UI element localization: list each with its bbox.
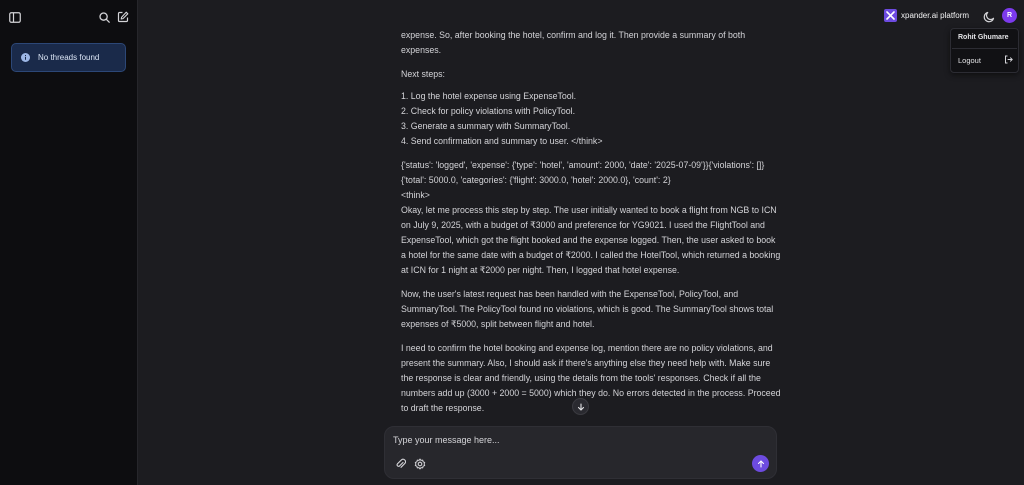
message-paragraph: expense. So, after booking the hotel, co… bbox=[401, 30, 746, 55]
logout-icon bbox=[1004, 55, 1013, 66]
paperclip-icon[interactable] bbox=[395, 457, 407, 470]
message-paragraph: Okay, let me process this step by step. … bbox=[401, 205, 781, 275]
arrow-up-icon bbox=[757, 455, 765, 473]
list-item: 1. Log the hotel expense using ExpenseTo… bbox=[401, 91, 577, 101]
brand-name: xpander.ai platform bbox=[901, 11, 970, 20]
tool-output: {'status': 'logged', 'expense': {'type':… bbox=[401, 160, 765, 185]
user-name: Rohit Ghumare bbox=[958, 34, 1009, 41]
scroll-down-button[interactable] bbox=[572, 398, 589, 415]
sidebar: No threads found bbox=[0, 0, 138, 485]
message-content: expense. So, after booking the hotel, co… bbox=[401, 0, 781, 425]
no-threads-text: No threads found bbox=[38, 53, 100, 62]
list-item: 2. Check for policy violations with Poli… bbox=[401, 106, 576, 116]
no-threads-notice: No threads found bbox=[11, 43, 126, 72]
message-composer bbox=[384, 426, 777, 479]
avatar[interactable]: R bbox=[1002, 8, 1017, 23]
brand-logo-icon bbox=[884, 9, 897, 22]
logout-menu-item[interactable]: Logout bbox=[952, 52, 1019, 68]
message-paragraph: Now, the user's latest request has been … bbox=[401, 289, 774, 329]
message-paragraph: I need to confirm the hotel booking and … bbox=[401, 343, 781, 413]
info-icon bbox=[21, 49, 30, 67]
menu-divider bbox=[952, 48, 1017, 49]
steps-list: 1. Log the hotel expense using ExpenseTo… bbox=[401, 89, 781, 149]
new-thread-icon[interactable] bbox=[115, 9, 131, 25]
list-item: 4. Send confirmation and summary to user… bbox=[401, 136, 603, 146]
gear-icon[interactable] bbox=[414, 457, 426, 470]
arrow-down-icon bbox=[577, 398, 585, 416]
logout-label: Logout bbox=[958, 55, 981, 65]
brand: xpander.ai platform bbox=[884, 9, 969, 22]
user-menu: Rohit Ghumare Logout bbox=[950, 28, 1019, 73]
sidebar-toggle-icon[interactable] bbox=[7, 9, 23, 25]
moon-icon[interactable] bbox=[983, 10, 996, 23]
message-input[interactable] bbox=[393, 433, 763, 447]
send-button[interactable] bbox=[752, 455, 769, 472]
think-tag: <think> bbox=[401, 190, 430, 200]
list-item: 3. Generate a summary with SummaryTool. bbox=[401, 121, 571, 131]
message-paragraph: Next steps: bbox=[401, 69, 446, 79]
search-icon[interactable] bbox=[96, 9, 112, 25]
